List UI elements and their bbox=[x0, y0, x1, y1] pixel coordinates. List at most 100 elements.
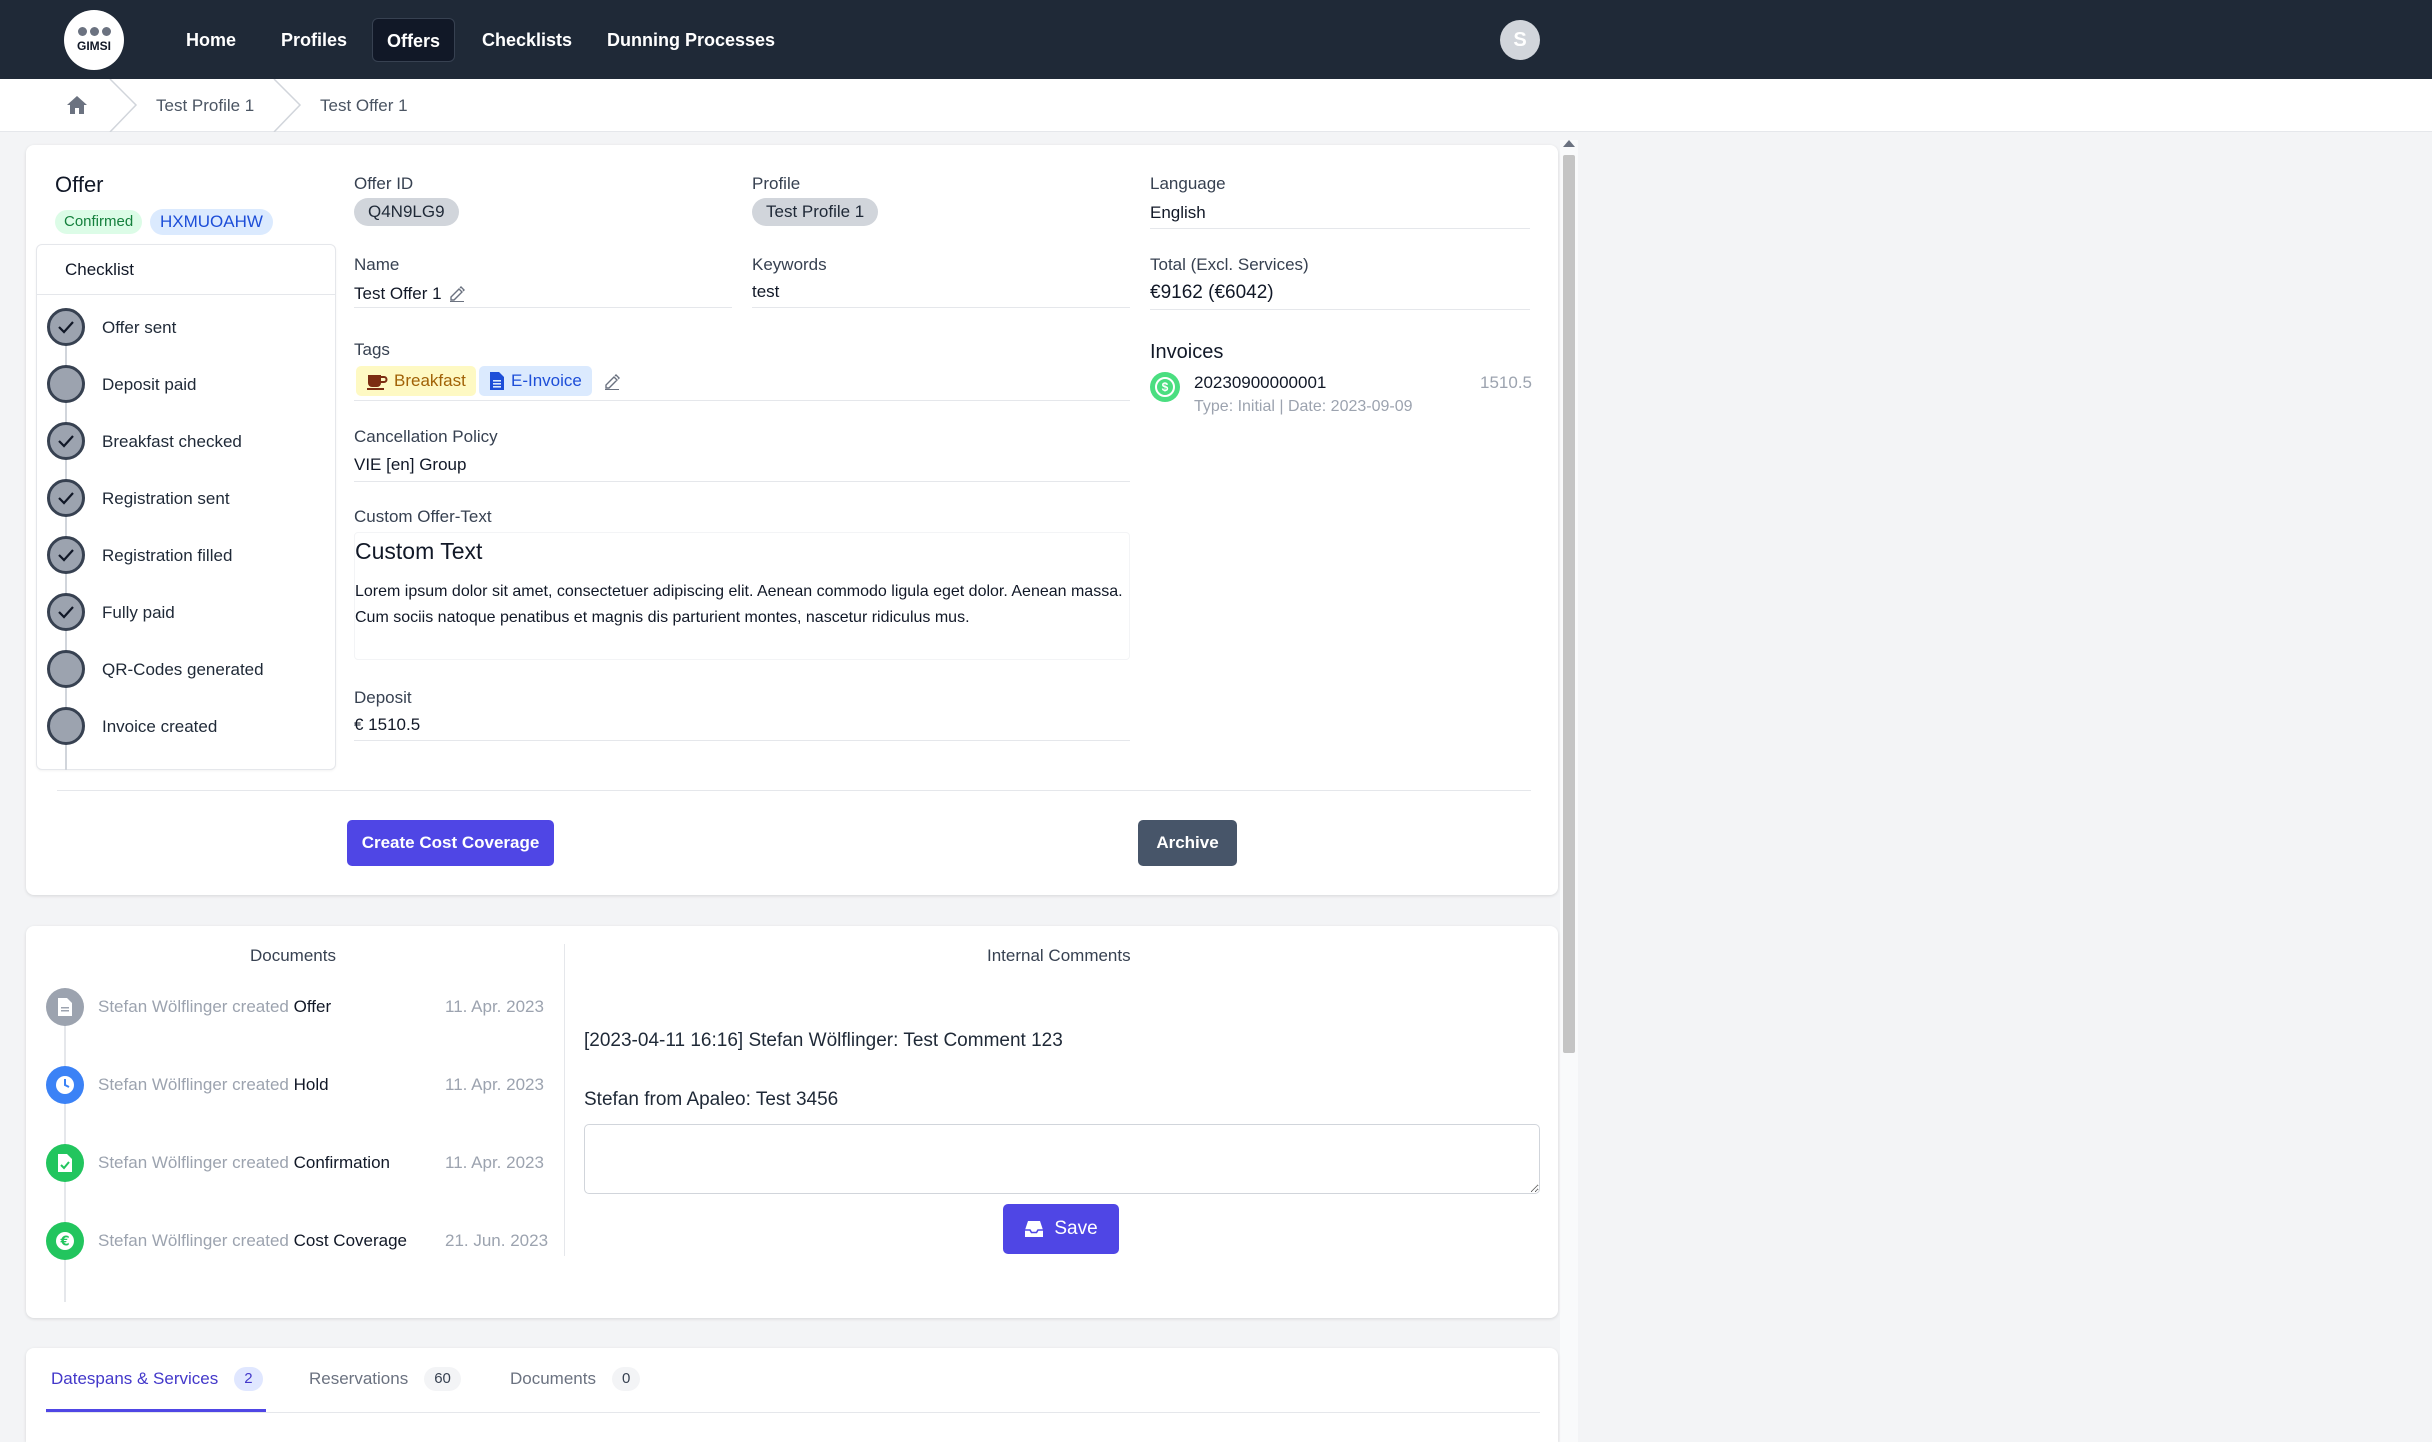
scrollbar-thumb[interactable] bbox=[1563, 155, 1575, 1053]
create-cost-coverage-button[interactable]: Create Cost Coverage bbox=[347, 820, 554, 866]
deposit-value[interactable]: € 1510.5 bbox=[354, 715, 1130, 741]
language-label: Language bbox=[1150, 174, 1226, 193]
cancellation-value[interactable]: VIE [en] Group bbox=[354, 455, 1130, 482]
document-icon bbox=[46, 988, 84, 1026]
tab-documents[interactable]: Documents 0 bbox=[510, 1367, 641, 1391]
offer-code-badge: HXMUOAHW bbox=[150, 209, 273, 235]
custom-text-editor[interactable]: Custom Text Lorem ipsum dolor sit amet, … bbox=[354, 532, 1130, 660]
deposit-label: Deposit bbox=[354, 688, 412, 707]
nav-offers[interactable]: Offers bbox=[372, 18, 456, 62]
checklist-item-label: Registration filled bbox=[102, 546, 233, 565]
scroll-up-icon[interactable] bbox=[1563, 140, 1575, 147]
home-icon[interactable] bbox=[66, 95, 88, 115]
check-circle-icon[interactable] bbox=[47, 593, 85, 631]
breadcrumb: Test Profile 1 Test Offer 1 bbox=[0, 79, 2432, 132]
keywords-value[interactable]: test bbox=[752, 282, 1130, 308]
tab-label: Datespans & Services bbox=[51, 1369, 219, 1388]
custom-text-heading: Custom Text bbox=[355, 538, 483, 564]
status-badge: Confirmed bbox=[55, 210, 143, 234]
breadcrumb-offer[interactable]: Test Offer 1 bbox=[320, 96, 408, 116]
edit-tags-icon[interactable] bbox=[603, 373, 621, 391]
checklist-header: Checklist bbox=[37, 245, 335, 295]
document-check-icon bbox=[46, 1144, 84, 1182]
euro-icon: € bbox=[46, 1222, 84, 1260]
check-circle-icon[interactable] bbox=[47, 308, 85, 346]
tab-label: Reservations bbox=[309, 1369, 409, 1388]
tags-label: Tags bbox=[354, 340, 390, 359]
inbox-icon bbox=[1025, 1221, 1044, 1237]
checklist-panel: Checklist Offer sent Deposit paid Breakfas… bbox=[36, 244, 336, 770]
tag-e-invoice[interactable]: E-Invoice bbox=[479, 366, 592, 396]
edit-icon[interactable] bbox=[448, 285, 466, 303]
document-type: Offer bbox=[293, 997, 332, 1016]
document-actor: Stefan Wölflinger created bbox=[98, 1231, 289, 1250]
document-entry[interactable]: Stefan Wölflinger created Cost Coverage bbox=[98, 1231, 407, 1251]
checklist-title: Checklist bbox=[65, 260, 134, 279]
document-type: Confirmation bbox=[293, 1153, 390, 1172]
documents-title: Documents bbox=[250, 946, 336, 965]
document-actor: Stefan Wölflinger created bbox=[98, 1075, 289, 1094]
save-label: Save bbox=[1054, 1218, 1098, 1239]
language-value[interactable]: English bbox=[1150, 203, 1530, 229]
document-entry[interactable]: Stefan Wölflinger created Offer bbox=[98, 997, 331, 1017]
tag-breakfast[interactable]: Breakfast bbox=[356, 366, 476, 396]
invoices-title: Invoices bbox=[1150, 341, 1224, 363]
checklist-item-label: Invoice created bbox=[102, 717, 218, 736]
total-value: €9162 (€6042) bbox=[1150, 282, 1530, 310]
invoice-meta: Type: Initial | Date: 2023-09-09 bbox=[1194, 398, 1413, 415]
nav-dunning-processes[interactable]: Dunning Processes bbox=[593, 18, 789, 62]
documents-comments-card bbox=[26, 926, 1558, 1318]
tab-label: Documents bbox=[510, 1369, 596, 1388]
check-circle-icon[interactable] bbox=[47, 536, 85, 574]
tab-count-badge: 0 bbox=[611, 1367, 641, 1391]
check-circle-icon[interactable] bbox=[47, 422, 85, 460]
tab-reservations[interactable]: Reservations 60 bbox=[309, 1367, 461, 1391]
nav-checklists[interactable]: Checklists bbox=[468, 18, 586, 62]
checklist-item-label: Breakfast checked bbox=[102, 432, 242, 451]
comment-item: Stefan from Apaleo: Test 3456 bbox=[584, 1089, 839, 1110]
custom-text-label: Custom Offer-Text bbox=[354, 507, 492, 526]
empty-circle-icon[interactable] bbox=[47, 650, 85, 688]
name-label: Name bbox=[354, 255, 400, 274]
custom-text-body: Lorem ipsum dolor sit amet, consectetuer… bbox=[355, 583, 1123, 626]
name-field[interactable]: Test Offer 1 bbox=[354, 280, 732, 308]
save-comment-button[interactable]: Save bbox=[1003, 1204, 1119, 1254]
tag-breakfast-label: Breakfast bbox=[394, 371, 466, 390]
empty-circle-icon[interactable] bbox=[47, 365, 85, 403]
check-circle-icon[interactable] bbox=[47, 479, 85, 517]
document-date: 11. Apr. 2023 bbox=[445, 1075, 544, 1094]
document-entry[interactable]: Stefan Wölflinger created Hold bbox=[98, 1075, 329, 1095]
total-label: Total (Excl. Services) bbox=[1150, 255, 1309, 274]
tag-e-invoice-label: E-Invoice bbox=[511, 371, 582, 390]
document-type: Cost Coverage bbox=[293, 1231, 408, 1250]
offer-title: Offer bbox=[55, 172, 104, 197]
document-actor: Stefan Wölflinger created bbox=[98, 1153, 289, 1172]
document-actor: Stefan Wölflinger created bbox=[98, 997, 289, 1016]
checklist-item-label: Deposit paid bbox=[102, 375, 197, 394]
gimsi-logo[interactable]: GIMSI bbox=[64, 10, 124, 70]
invoice-number[interactable]: 20230900000001 bbox=[1194, 373, 1326, 393]
clock-icon bbox=[46, 1066, 84, 1104]
breadcrumb-profile[interactable]: Test Profile 1 bbox=[156, 96, 254, 116]
comment-input[interactable] bbox=[584, 1124, 1540, 1194]
offer-id-value: Q4N9LG9 bbox=[354, 198, 459, 226]
document-date: 11. Apr. 2023 bbox=[445, 1153, 544, 1172]
profile-value[interactable]: Test Profile 1 bbox=[752, 198, 879, 226]
document-entry[interactable]: Stefan Wölflinger created Confirmation bbox=[98, 1153, 390, 1173]
archive-button[interactable]: Archive bbox=[1138, 820, 1237, 866]
checklist-item-label: Fully paid bbox=[102, 603, 175, 622]
tabs-card bbox=[26, 1348, 1558, 1442]
tab-datespans-services[interactable]: Datespans & Services 2 bbox=[51, 1367, 263, 1391]
comments-title: Internal Comments bbox=[987, 946, 1131, 965]
document-date: 11. Apr. 2023 bbox=[445, 997, 544, 1016]
invoice-amount: 1510.5 bbox=[1480, 373, 1532, 392]
nav-home[interactable]: Home bbox=[172, 18, 250, 62]
dollar-icon: $ bbox=[1150, 372, 1180, 402]
tabs-divider bbox=[46, 1412, 1540, 1413]
user-avatar[interactable]: S bbox=[1500, 20, 1540, 60]
empty-circle-icon[interactable] bbox=[47, 707, 85, 745]
tab-count-badge: 2 bbox=[234, 1367, 263, 1391]
breadcrumb-chevron-icon bbox=[109, 79, 138, 132]
nav-profiles[interactable]: Profiles bbox=[267, 18, 361, 62]
comment-item: [2023-04-11 16:16] Stefan Wölflinger: Te… bbox=[584, 1030, 1063, 1051]
